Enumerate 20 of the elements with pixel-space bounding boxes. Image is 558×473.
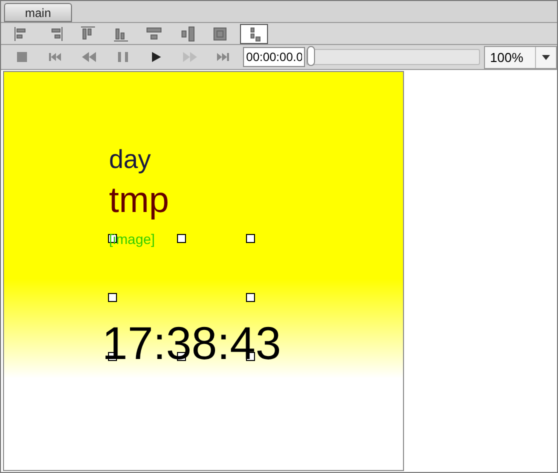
selection-handle[interactable] xyxy=(177,352,186,361)
time-field[interactable]: 00:00:00.0 xyxy=(243,47,306,67)
selection-handle[interactable] xyxy=(246,293,255,302)
slider-thumb[interactable] xyxy=(307,46,316,66)
tab[interactable]: main xyxy=(4,3,72,22)
caret-icon xyxy=(542,54,550,60)
canvas-text[interactable]: day xyxy=(109,146,151,172)
canvas-text[interactable]: 17:38:43 xyxy=(102,320,282,366)
seek-slider[interactable] xyxy=(306,49,480,65)
zoom-dropdown[interactable]: 100% xyxy=(484,46,557,68)
canvas-text[interactable]: tmp xyxy=(109,182,170,218)
align-top-icon xyxy=(78,24,96,42)
selection-handle[interactable] xyxy=(246,234,255,243)
align-tool-button[interactable] xyxy=(240,24,268,44)
selection-handle[interactable] xyxy=(177,234,186,243)
center-both-icon xyxy=(210,24,228,42)
selection-handle[interactable] xyxy=(108,352,117,361)
selection-handle[interactable] xyxy=(246,352,255,361)
center-horizontal-icon xyxy=(144,24,162,42)
selection-handle[interactable] xyxy=(108,293,117,302)
